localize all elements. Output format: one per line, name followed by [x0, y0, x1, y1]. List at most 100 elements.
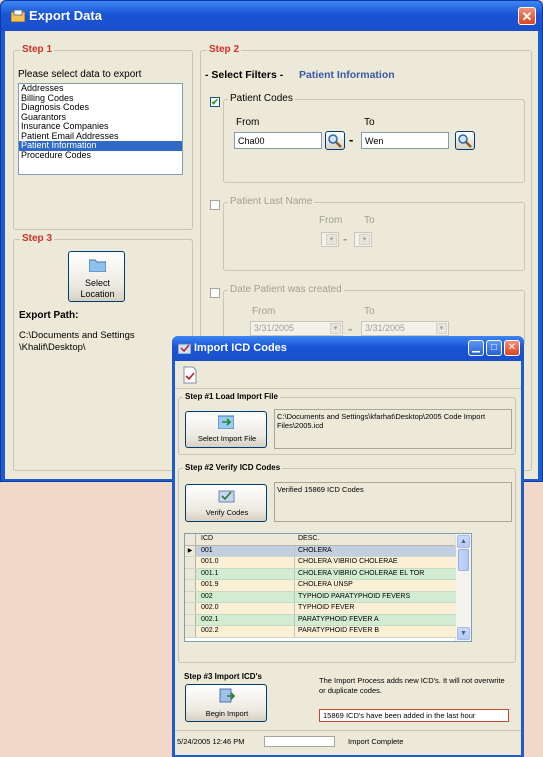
verify-codes-button[interactable]: Verify Codes: [185, 484, 267, 522]
row-header[interactable]: [185, 580, 196, 591]
select-location-button[interactable]: Select Location: [68, 251, 125, 302]
icd-cell[interactable]: 001: [199, 545, 295, 556]
desc-cell[interactable]: CHOLERA VIBRIO CHOLERAE EL TOR: [296, 569, 458, 580]
date-created-to-value: 3/31/2005: [365, 323, 406, 333]
desc-cell[interactable]: TYPHOID PARATYPHOID FEVERS: [296, 592, 458, 603]
icd-cell[interactable]: 002: [199, 591, 295, 602]
row-header[interactable]: [185, 557, 196, 568]
range-dash: -: [348, 321, 353, 336]
icd-cell[interactable]: 001.0: [199, 557, 295, 568]
status-message: Import Complete: [348, 737, 404, 746]
minimize-button[interactable]: ▁: [468, 340, 484, 356]
open-file-icon: [218, 415, 234, 429]
filter-table-name: Patient Information: [299, 69, 395, 81]
date-created-checkbox[interactable]: [210, 288, 220, 298]
grid-header-desc[interactable]: DESC.: [296, 534, 458, 545]
minimize-icon: ▁: [472, 342, 480, 353]
step2-legend: Step 2: [207, 44, 242, 55]
import-window-title: Import ICD Codes: [194, 342, 287, 354]
grid-header-row: ICD DESC.: [185, 534, 456, 546]
step1-group: Step 1 Please select data to export Addr…: [13, 44, 193, 230]
chevron-up-icon: ▲: [460, 538, 467, 545]
verify-result: Verified 15869 ICD Codes: [274, 482, 512, 522]
table-row[interactable]: 002 TYPHOID PARATYPHOID FEVERS: [185, 591, 458, 603]
patient-codes-from-input[interactable]: Cha00: [234, 132, 322, 149]
import-status-bar: 5/24/2005 12:46 PM Import Complete: [175, 730, 521, 755]
export-list-item[interactable]: Procedure Codes: [19, 150, 182, 161]
row-header[interactable]: [185, 614, 196, 625]
icd-cell[interactable]: 002.1: [199, 614, 295, 625]
import-title-bar[interactable]: Import ICD Codes ▁ □ ✕: [172, 336, 524, 361]
scroll-thumb[interactable]: [458, 549, 469, 571]
import-close-button[interactable]: ✕: [504, 340, 520, 356]
icd-cell[interactable]: 001.9: [199, 580, 295, 591]
date-created-to-label: To: [364, 306, 375, 317]
chevron-down-icon: ▼: [460, 630, 467, 637]
table-row[interactable]: 002.2 PARATYPHOID FEVER B: [185, 626, 456, 638]
current-row-indicator[interactable]: ▶: [185, 545, 196, 556]
patient-codes-to-search-button[interactable]: [455, 131, 475, 150]
patient-codes-to-input[interactable]: Wen: [361, 132, 449, 149]
desc-cell[interactable]: PARATYPHOID FEVER A: [296, 615, 458, 626]
import-step1-group: Step #1 Load Import File Select Import F…: [178, 392, 516, 455]
grid-header-icd[interactable]: ICD: [199, 534, 294, 545]
import-client-area: Step #1 Load Import File Select Import F…: [175, 361, 521, 755]
last-name-to-select[interactable]: ▾: [354, 232, 372, 247]
export-data-list[interactable]: Addresses Billing Codes Diagnosis Codes Gua…: [18, 83, 183, 175]
patient-codes-label: Patient Codes: [228, 93, 295, 104]
scroll-down-button[interactable]: ▼: [457, 627, 470, 640]
row-header[interactable]: [185, 603, 196, 614]
toolbar-divider: [175, 388, 521, 389]
last-name-to-label: To: [364, 215, 375, 226]
desc-cell[interactable]: PARATYPHOID FEVER B: [296, 626, 458, 637]
step1-prompt: Please select data to export: [18, 69, 142, 80]
export-close-button[interactable]: ✕: [518, 7, 536, 25]
import-file-icon: [183, 366, 197, 384]
table-row[interactable]: 001.9 CHOLERA UNSP: [185, 580, 456, 592]
icd-cell[interactable]: 002.2: [199, 626, 295, 637]
maximize-button[interactable]: □: [486, 340, 502, 356]
date-created-to-select[interactable]: 3/31/2005 ▾: [361, 321, 449, 336]
range-dash: -: [343, 231, 348, 246]
desc-cell[interactable]: CHOLERA UNSP: [296, 580, 458, 591]
table-row[interactable]: 002.1 PARATYPHOID FEVER A: [185, 614, 458, 626]
icd-cell[interactable]: 001.1: [199, 568, 295, 579]
date-created-from-select[interactable]: 3/31/2005 ▾: [250, 321, 343, 336]
import-step2-legend: Step #2 Verify ICD Codes: [183, 463, 283, 472]
select-filters-label: - Select Filters -: [205, 69, 284, 81]
row-header[interactable]: [185, 568, 196, 579]
chevron-down-icon: ▾: [359, 234, 370, 245]
row-header[interactable]: [185, 591, 196, 602]
close-icon: ✕: [507, 342, 517, 353]
import-step3-legend: Step #3 Import ICD's: [182, 672, 264, 681]
export-path-value: C:\Documents and Settings\Khalif\Desktop…: [19, 330, 135, 353]
last-name-group: Patient Last Name From To ▾ - ▾: [223, 196, 525, 271]
scroll-up-button[interactable]: ▲: [457, 535, 470, 548]
table-row[interactable]: 001.1 CHOLERA VIBRIO CHOLERAE EL TOR: [185, 568, 458, 580]
desc-cell[interactable]: CHOLERA: [296, 546, 458, 557]
icd-codes-grid[interactable]: ICD DESC. ▲ ▼ ▶ 001 CHOLERA 001.0 CHOLERA VI…: [184, 533, 472, 642]
icd-cell[interactable]: 002.0: [199, 603, 295, 614]
last-name-from-select[interactable]: ▾: [321, 232, 339, 247]
begin-import-button[interactable]: Begin Import: [185, 684, 267, 722]
export-window-title: Export Data: [29, 8, 102, 23]
desc-cell[interactable]: TYPHOID FEVER: [296, 603, 458, 614]
verify-codes-label: Verify Codes: [205, 508, 249, 517]
select-import-file-button[interactable]: Select Import File: [185, 411, 267, 448]
patient-codes-from-search-button[interactable]: [325, 131, 345, 150]
import-result: 15869 ICD's have been added in the last …: [319, 709, 509, 722]
row-header[interactable]: [185, 626, 196, 637]
desc-cell[interactable]: CHOLERA VIBRIO CHOLERAE: [296, 557, 458, 568]
range-dash: -: [349, 132, 354, 147]
export-title-bar[interactable]: Export Data ✕: [1, 1, 542, 31]
table-row[interactable]: 001.0 CHOLERA VIBRIO CHOLERAE: [185, 557, 456, 569]
date-created-from-label: From: [252, 306, 276, 317]
import-description: The Import Process adds new ICD's. It wi…: [319, 676, 505, 695]
status-datetime: 5/24/2005 12:46 PM: [177, 737, 245, 746]
begin-import-label: Begin Import: [205, 709, 249, 718]
table-row[interactable]: 002.0 TYPHOID FEVER: [185, 603, 456, 615]
last-name-checkbox[interactable]: [210, 200, 220, 210]
import-file-path: C:\Documents and Settings\kfarhat\Deskto…: [274, 409, 512, 449]
table-row[interactable]: ▶ 001 CHOLERA: [185, 545, 458, 557]
patient-codes-checkbox[interactable]: ✔: [210, 97, 220, 107]
